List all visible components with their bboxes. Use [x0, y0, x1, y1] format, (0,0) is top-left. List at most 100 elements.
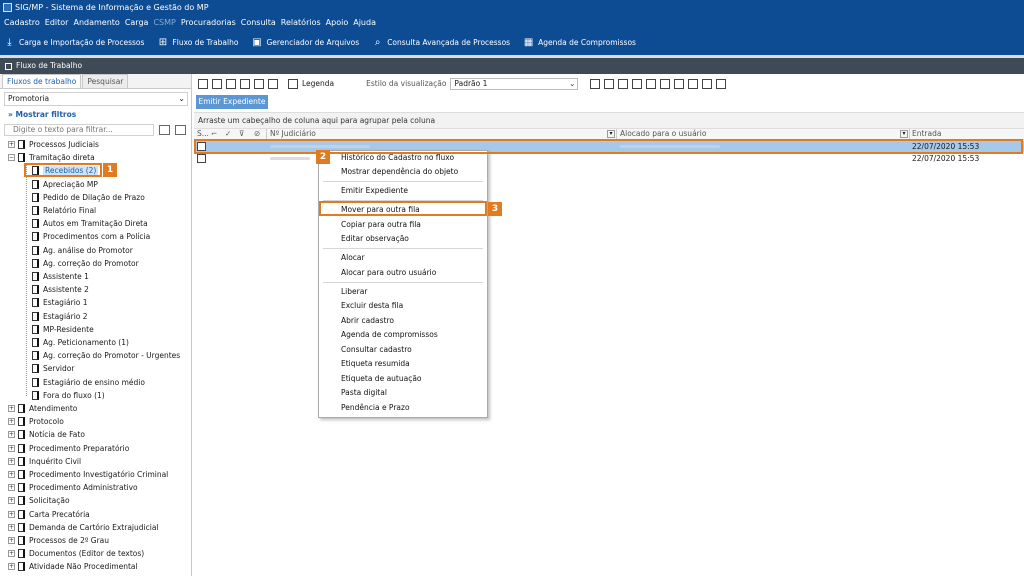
expand-node-icon[interactable]: +: [8, 497, 15, 505]
tree-node-child[interactable]: Assistente 2: [32, 283, 89, 296]
col-header-alocado[interactable]: Alocado para o usuário: [620, 129, 706, 139]
tree-node-root[interactable]: + Procedimento Administrativo: [8, 481, 138, 494]
menu-item-copiar[interactable]: Copiar para outra fila: [341, 220, 421, 229]
legend-label[interactable]: Legenda: [302, 79, 334, 88]
tree-node-child[interactable]: Procedimentos com a Polícia: [32, 230, 150, 243]
tree-node-root[interactable]: + Atividade Não Procedimental: [8, 560, 138, 573]
expand-node-icon[interactable]: +: [8, 510, 15, 518]
tree-node-child[interactable]: Pedido de Dilação de Prazo: [32, 191, 145, 204]
link-icon[interactable]: [702, 78, 713, 89]
delete-icon[interactable]: [618, 78, 629, 89]
export-icon[interactable]: [254, 78, 264, 89]
tree-node-child[interactable]: Estagiário 1: [32, 296, 88, 309]
tree-node-child[interactable]: Fora do fluxo (1): [32, 389, 105, 402]
import-icon[interactable]: [268, 78, 278, 89]
tree-node-child[interactable]: Ag. correção do Promotor - Urgentes: [32, 349, 180, 362]
menu-ajuda[interactable]: Ajuda: [353, 15, 376, 30]
col-header-entrada[interactable]: Entrada: [912, 129, 941, 139]
col-header-judicial[interactable]: Nº Judiciário: [270, 129, 316, 139]
expand-node-icon[interactable]: +: [8, 418, 15, 426]
tree-node-root[interactable]: + Inquérito Civil: [8, 455, 81, 468]
expand-node-icon[interactable]: +: [8, 563, 15, 571]
stamp-icon[interactable]: [688, 78, 699, 89]
print-icon[interactable]: [716, 78, 727, 89]
save-icon[interactable]: [590, 78, 601, 89]
copy-icon[interactable]: [226, 78, 236, 89]
expand-node-icon[interactable]: +: [8, 405, 15, 412]
view-style-select[interactable]: Padrão 1 ⌄: [450, 77, 579, 90]
tree-node-child[interactable]: Relatório Final: [32, 204, 96, 217]
menu-item-alocar[interactable]: Alocar: [341, 253, 365, 262]
col-dropdown-icon[interactable]: ▾: [607, 130, 615, 138]
tree-node-child[interactable]: Apreciação MP: [32, 178, 98, 191]
menu-item-etiqueta-resumida[interactable]: Etiqueta resumida: [341, 359, 410, 368]
expand-node-icon[interactable]: +: [8, 471, 15, 478]
columns-icon[interactable]: [604, 78, 615, 89]
expand-node-icon[interactable]: +: [8, 523, 15, 531]
toolbar-arquivos-button[interactable]: ▣ Gerenciador de Arquivos: [251, 37, 359, 48]
expand-node-icon[interactable]: +: [8, 550, 15, 558]
col-header-select[interactable]: S...: [197, 129, 209, 139]
emit-expediente-button[interactable]: Emitir Expediente: [196, 95, 268, 109]
menu-item-dependencia[interactable]: Mostrar dependência do objeto: [341, 167, 458, 176]
collapse-all-icon[interactable]: [175, 124, 186, 135]
row-checkbox[interactable]: [197, 154, 206, 163]
menu-item-excluir[interactable]: Excluir desta fila: [341, 301, 403, 310]
tree-node-processos-judiciais[interactable]: + Processos Judiciais: [8, 138, 99, 151]
menu-item-alocar-outro[interactable]: Alocar para outro usuário: [341, 268, 436, 277]
clipboard-icon[interactable]: [660, 78, 671, 89]
menu-item-etiqueta-autuacao[interactable]: Etiqueta de autuação: [341, 374, 422, 383]
tree-filter-input[interactable]: [4, 123, 154, 136]
refresh-icon[interactable]: [212, 78, 222, 89]
expand-node-icon[interactable]: +: [8, 141, 15, 148]
report-icon[interactable]: [674, 78, 685, 89]
tree-node-child[interactable]: MP-Residente: [32, 323, 94, 336]
menu-item-agenda[interactable]: Agenda de compromissos: [341, 330, 438, 339]
tree-node-root[interactable]: + Procedimento Preparatório: [8, 442, 129, 455]
menu-carga[interactable]: Carga: [125, 15, 149, 30]
tree-node-root[interactable]: + Carta Precatória: [8, 508, 90, 521]
menu-cadastro[interactable]: Cadastro: [4, 15, 40, 30]
tree-node-root[interactable]: + Processos de 2º Grau: [8, 534, 109, 547]
menu-item-historico[interactable]: Histórico do Cadastro no fluxo: [341, 153, 454, 162]
paste-icon[interactable]: [240, 78, 250, 89]
menu-andamento[interactable]: Andamento: [73, 15, 119, 30]
toolbar-agenda-button[interactable]: ▦ Agenda de Compromissos: [523, 37, 636, 48]
tab-fluxos[interactable]: Fluxos de trabalho: [2, 74, 82, 88]
tree-node-child[interactable]: Estagiário de ensino médio: [32, 376, 145, 389]
menu-item-consultar[interactable]: Consultar cadastro: [341, 345, 412, 354]
menu-consulta[interactable]: Consulta: [241, 15, 276, 30]
tree-node-child[interactable]: Ag. correção do Promotor: [32, 257, 139, 270]
menu-relatorios[interactable]: Relatórios: [281, 15, 321, 30]
new-icon[interactable]: [198, 78, 208, 89]
toolbar-consulta-button[interactable]: ⌕ Consulta Avançada de Processos: [372, 37, 510, 48]
menu-item-pasta[interactable]: Pasta digital: [341, 388, 387, 397]
tree-node-root[interactable]: + Solicitação: [8, 494, 70, 507]
tree-node-root[interactable]: + Documentos (Editor de textos): [8, 547, 144, 560]
tree-node-root[interactable]: + Protocolo: [8, 415, 64, 428]
legend-icon[interactable]: [288, 78, 298, 89]
tab-pesquisar[interactable]: Pesquisar: [82, 74, 129, 88]
document-icon[interactable]: [646, 78, 657, 89]
menu-item-emitir[interactable]: Emitir Expediente: [341, 186, 408, 195]
expand-node-icon[interactable]: +: [8, 431, 15, 439]
show-filters-link[interactable]: » Mostrar filtros: [8, 110, 76, 119]
menu-apoio[interactable]: Apoio: [326, 15, 349, 30]
collapse-node-icon[interactable]: −: [8, 154, 15, 162]
toolbar-carga-button[interactable]: ⤓ Carga e Importação de Processos: [4, 37, 144, 48]
expand-node-icon[interactable]: +: [8, 444, 15, 452]
tree-node-root[interactable]: + Atendimento: [8, 402, 77, 415]
menu-editor[interactable]: Editor: [45, 15, 69, 30]
tree-node-child[interactable]: Autos em Tramitação Direta: [32, 217, 148, 230]
edit-icon[interactable]: [632, 78, 643, 89]
expand-node-icon[interactable]: +: [8, 537, 15, 544]
tree-node-child[interactable]: Assistente 1: [32, 270, 89, 283]
tree-node-root[interactable]: + Notícia de Fato: [8, 428, 85, 441]
toolbar-fluxo-button[interactable]: ⊞ Fluxo de Trabalho: [157, 37, 239, 48]
tree-node-child[interactable]: Servidor: [32, 362, 74, 375]
tree-node-child[interactable]: Ag. análise do Promotor: [32, 244, 133, 257]
tree-node-root[interactable]: + Procedimento Investigatório Criminal: [8, 468, 168, 481]
menu-item-abrir[interactable]: Abrir cadastro: [341, 316, 394, 325]
tree-node-child[interactable]: Ag. Peticionamento (1): [32, 336, 129, 349]
tree-node-child[interactable]: Estagiário 2: [32, 310, 88, 323]
